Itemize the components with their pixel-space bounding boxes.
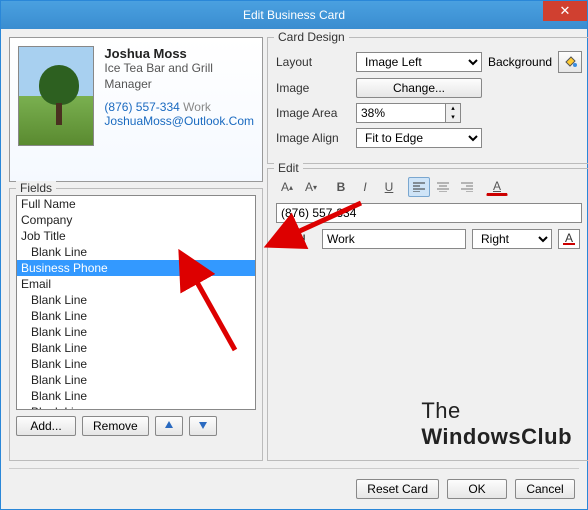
preview-phone: (876) 557-334 Work	[104, 100, 254, 114]
move-up-button[interactable]	[155, 416, 183, 436]
window-title: Edit Business Card	[243, 8, 345, 22]
font-color-button[interactable]: A	[486, 179, 508, 196]
label-caption: Label	[276, 232, 316, 246]
field-item[interactable]: Blank Line	[17, 340, 255, 356]
cancel-button[interactable]: Cancel	[515, 479, 575, 499]
label-input[interactable]	[322, 229, 466, 249]
field-item[interactable]: Business Phone	[17, 260, 255, 276]
field-item[interactable]: Email	[17, 276, 255, 292]
align-right-button[interactable]	[456, 177, 478, 197]
content: Joshua Moss Ice Tea Bar and Grill Manage…	[1, 29, 587, 469]
fields-legend: Fields	[16, 181, 56, 195]
titlebar: Edit Business Card ✕	[1, 1, 587, 29]
ok-button[interactable]: OK	[447, 479, 507, 499]
add-button[interactable]: Add...	[16, 416, 76, 436]
preview-jobtitle: Manager	[104, 77, 254, 93]
font-grow-button[interactable]: A▴	[276, 177, 298, 197]
background-color-button[interactable]	[558, 51, 582, 73]
image-label: Image	[276, 81, 350, 95]
edit-legend: Edit	[274, 161, 303, 175]
field-value-input[interactable]	[276, 203, 582, 223]
dialog-footer: Reset Card OK Cancel	[1, 469, 587, 509]
image-align-select[interactable]: Fit to Edge	[356, 128, 482, 148]
dialog-window: Edit Business Card ✕ Joshua Moss Ice Tea…	[0, 0, 588, 510]
preview-name: Joshua Moss	[104, 46, 254, 61]
edit-group: Edit A▴ A▾ B I U	[267, 168, 588, 461]
card-text: Joshua Moss Ice Tea Bar and Grill Manage…	[104, 46, 254, 173]
field-item[interactable]: Blank Line	[17, 404, 255, 410]
preview-email: JoshuaMoss@Outlook.Com	[104, 114, 254, 128]
font-shrink-button[interactable]: A▾	[300, 177, 322, 197]
bold-button[interactable]: B	[330, 177, 352, 197]
close-button[interactable]: ✕	[543, 1, 587, 21]
layout-select[interactable]: Image Left	[356, 52, 482, 72]
field-item[interactable]: Full Name	[17, 196, 255, 212]
watermark-logo: The WindowsClub	[421, 398, 572, 450]
field-item[interactable]: Blank Line	[17, 356, 255, 372]
field-item[interactable]: Blank Line	[17, 244, 255, 260]
underline-button[interactable]: U	[378, 177, 400, 197]
remove-button[interactable]: Remove	[82, 416, 149, 436]
preview-company: Ice Tea Bar and Grill	[104, 61, 254, 77]
card-image	[18, 46, 94, 146]
image-area-input[interactable]	[356, 103, 446, 123]
label-align-select[interactable]: Right	[472, 229, 552, 249]
format-toolbar: A▴ A▾ B I U	[276, 177, 582, 197]
arrow-up-icon	[164, 420, 174, 430]
image-area-label: Image Area	[276, 106, 350, 120]
card-design-group: Card Design Layout Image Left Background…	[267, 37, 588, 164]
field-item[interactable]: Blank Line	[17, 372, 255, 388]
left-pane: Joshua Moss Ice Tea Bar and Grill Manage…	[9, 37, 263, 461]
align-left-icon	[413, 182, 425, 192]
background-label: Background	[488, 55, 552, 69]
right-pane: Card Design Layout Image Left Background…	[267, 37, 588, 461]
change-image-button[interactable]: Change...	[356, 78, 482, 98]
fields-group: Fields Full NameCompanyJob TitleBlank Li…	[9, 188, 263, 461]
field-item[interactable]: Job Title	[17, 228, 255, 244]
paint-bucket-icon	[563, 55, 577, 69]
field-item[interactable]: Blank Line	[17, 324, 255, 340]
fields-buttons: Add... Remove	[16, 416, 256, 436]
design-legend: Card Design	[274, 30, 349, 44]
layout-label: Layout	[276, 55, 350, 69]
align-right-icon	[461, 182, 473, 192]
move-down-button[interactable]	[189, 416, 217, 436]
field-item[interactable]: Blank Line	[17, 308, 255, 324]
tree-icon	[39, 65, 79, 125]
field-item[interactable]: Blank Line	[17, 292, 255, 308]
spin-down[interactable]: ▾	[446, 113, 460, 122]
align-center-button[interactable]	[432, 177, 454, 197]
align-center-icon	[437, 182, 449, 192]
font-color-icon: A	[563, 233, 575, 245]
field-item[interactable]: Company	[17, 212, 255, 228]
align-left-button[interactable]	[408, 177, 430, 197]
reset-card-button[interactable]: Reset Card	[356, 479, 439, 499]
card-preview: Joshua Moss Ice Tea Bar and Grill Manage…	[9, 37, 263, 182]
image-align-label: Image Align	[276, 131, 350, 145]
italic-button[interactable]: I	[354, 177, 376, 197]
fields-list[interactable]: Full NameCompanyJob TitleBlank LineBusin…	[16, 195, 256, 410]
arrow-down-icon	[198, 420, 208, 430]
label-color-button[interactable]: A	[558, 229, 580, 249]
field-item[interactable]: Blank Line	[17, 388, 255, 404]
image-area-spinner[interactable]: ▴▾	[356, 103, 461, 123]
spin-up[interactable]: ▴	[446, 104, 460, 113]
